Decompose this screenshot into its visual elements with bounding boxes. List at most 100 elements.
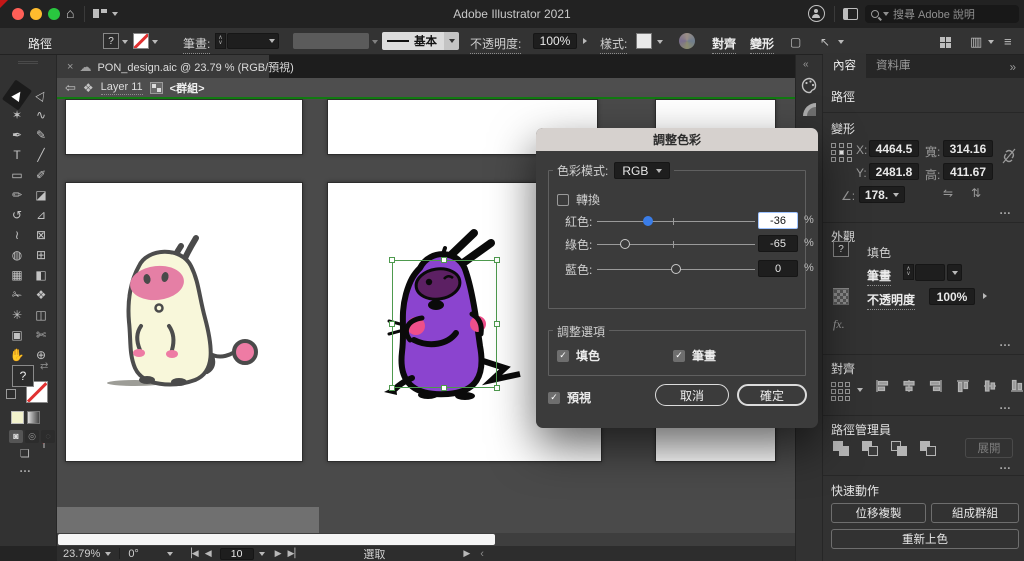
status-menu-icon[interactable]: ▶ xyxy=(463,548,470,559)
expand-dock-icon[interactable]: » xyxy=(1002,58,1024,78)
style-swatch[interactable] xyxy=(636,33,652,49)
selection-handle[interactable] xyxy=(389,385,395,391)
line-segment-tool[interactable]: ╱ xyxy=(29,145,53,165)
selection-handle[interactable] xyxy=(494,257,500,263)
chevron-down-icon[interactable] xyxy=(657,40,663,44)
dialog-title-bar[interactable]: 調整色彩 xyxy=(536,128,818,151)
stroke-weight-label[interactable]: 筆畫: xyxy=(183,35,211,54)
default-fill-stroke-icon[interactable] xyxy=(6,389,16,399)
select-similar-icon[interactable]: ↖ xyxy=(820,35,830,49)
chevron-down-icon[interactable] xyxy=(838,40,844,44)
horizontal-scrollbar[interactable] xyxy=(57,533,795,546)
color-mode-select[interactable]: RGB xyxy=(614,162,671,179)
align-top-icon[interactable] xyxy=(956,379,970,393)
slider-value-input[interactable]: -65 xyxy=(758,235,798,252)
breadcrumb-layer[interactable]: Layer 11 xyxy=(100,81,143,95)
symbol-sprayer-tool[interactable]: ✳ xyxy=(5,305,29,325)
fill-color-swatch[interactable]: ? xyxy=(103,33,119,49)
slice-tool[interactable]: ✄ xyxy=(29,325,53,345)
y-input[interactable]: 2481.8 xyxy=(869,163,919,180)
chevron-down-icon[interactable] xyxy=(258,551,265,556)
scroll-left-icon[interactable]: ‹ xyxy=(480,548,484,560)
cream-creature-illustration[interactable] xyxy=(95,222,265,397)
stroke-option-row[interactable]: ✓ 筆畫 xyxy=(673,347,716,364)
slider-value-input[interactable]: -36 xyxy=(758,212,798,229)
rotation-input[interactable]: 178. xyxy=(859,186,905,203)
convert-checkbox-row[interactable]: 轉換 xyxy=(557,191,600,208)
paintbrush-tool[interactable]: ✐ xyxy=(29,165,53,185)
recolor-button[interactable]: 重新上色 xyxy=(831,529,1019,549)
appearance-stroke-label[interactable]: 筆畫 xyxy=(867,267,892,286)
appearance-fill-swatch[interactable]: ? xyxy=(833,241,849,257)
collapse-dock-icon[interactable]: « xyxy=(803,59,809,70)
fill-checkbox[interactable]: ✓ xyxy=(557,349,569,362)
slider-handle[interactable] xyxy=(642,216,653,226)
shaper-tool[interactable]: ✏ xyxy=(5,185,29,205)
last-artboard-icon[interactable]: ▶▏ xyxy=(288,548,302,559)
chevron-down-icon[interactable] xyxy=(122,40,128,44)
transform-more-icon[interactable]: … xyxy=(999,203,1013,217)
opacity-label[interactable]: 不透明度: xyxy=(470,35,522,54)
next-artboard-icon[interactable]: ▶ xyxy=(275,548,282,559)
selection-bounding-box[interactable] xyxy=(392,260,497,388)
pathfinder-exclude-icon[interactable] xyxy=(920,441,940,457)
mesh-tool[interactable]: ▦ xyxy=(5,265,29,285)
appearance-opacity-label[interactable]: 不透明度 xyxy=(867,291,916,310)
prev-artboard-icon[interactable]: ◀ xyxy=(205,548,212,559)
brush-definition-chevron[interactable] xyxy=(444,32,459,50)
screen-mode-icon[interactable]: ❏ xyxy=(20,447,30,460)
chevron-down-icon[interactable] xyxy=(152,40,158,44)
tab-content[interactable]: 內容 xyxy=(823,53,866,78)
style-label[interactable]: 樣式: xyxy=(600,35,628,54)
document-tab[interactable]: × ☁ PON_design.aic @ 23.79 % (RGB/預視) xyxy=(57,55,294,78)
account-icon[interactable] xyxy=(808,5,825,22)
opacity-input[interactable]: 100% xyxy=(533,33,577,49)
reference-point-grid[interactable] xyxy=(831,143,853,162)
align-more-icon[interactable]: … xyxy=(999,398,1013,412)
recolor-artwork-icon[interactable] xyxy=(679,33,695,49)
draw-inside-icon[interactable]: ◌ xyxy=(41,430,55,443)
width-input[interactable]: 314.16 xyxy=(943,140,993,157)
slider-handle[interactable] xyxy=(671,264,681,274)
toolbar-more-icon[interactable]: … xyxy=(19,461,33,475)
arrange-icon[interactable] xyxy=(940,37,951,48)
preview-checkbox[interactable]: ✓ xyxy=(548,391,560,404)
workspace-icon[interactable]: ▥ xyxy=(970,34,982,50)
ok-button[interactable]: 確定 xyxy=(737,384,807,406)
graph-tool[interactable]: ◫ xyxy=(29,305,53,325)
pathfinder-unite-icon[interactable] xyxy=(833,441,853,457)
flip-vertical-icon[interactable]: ⇅ xyxy=(971,186,981,200)
preview-row[interactable]: ✓ 預視 xyxy=(548,389,591,406)
chevron-down-icon[interactable] xyxy=(857,388,863,392)
stroke-weight-chevron[interactable] xyxy=(947,264,962,281)
perspective-grid-tool[interactable]: ⊞ xyxy=(29,245,53,265)
appearance-more-icon[interactable]: … xyxy=(999,335,1013,349)
pen-tool[interactable]: ✒ xyxy=(5,125,29,145)
align-right-icon[interactable] xyxy=(929,379,943,393)
brush-definition-select[interactable]: 基本 xyxy=(382,32,444,50)
panel-grip[interactable] xyxy=(18,61,38,64)
isolate-selection-icon[interactable]: ▢ xyxy=(790,35,801,49)
back-arrow-icon[interactable]: ⇦ xyxy=(65,80,76,96)
eyedropper-tool[interactable]: ✁ xyxy=(5,285,29,305)
free-transform-tool[interactable]: ⊠ xyxy=(29,225,53,245)
blend-tool[interactable]: ❖ xyxy=(29,285,53,305)
selection-handle[interactable] xyxy=(494,321,500,327)
selection-handle[interactable] xyxy=(494,385,500,391)
selection-handle[interactable] xyxy=(389,321,395,327)
artboard-number-input[interactable]: 10 xyxy=(219,547,254,560)
zoom-level[interactable]: 23.79% xyxy=(63,548,100,560)
stroke-weight-input[interactable] xyxy=(915,264,945,281)
hand-tool[interactable]: ✋ xyxy=(5,345,29,365)
transform-button[interactable]: 變形 xyxy=(750,35,775,54)
appearance-opacity-input[interactable]: 100% xyxy=(929,288,975,305)
cancel-button[interactable]: 取消 xyxy=(655,384,729,406)
fill-indicator[interactable]: ? xyxy=(12,365,34,387)
selection-handle[interactable] xyxy=(441,257,447,263)
panel-layout-icon[interactable] xyxy=(843,8,858,20)
slider-handle[interactable] xyxy=(619,239,630,249)
link-dimensions-icon[interactable] xyxy=(1001,147,1017,165)
rotate-tool[interactable]: ↺ xyxy=(5,205,29,225)
stroke-weight-stepper[interactable]: ∧ ∨ xyxy=(215,33,226,49)
chevron-right-icon[interactable] xyxy=(583,38,587,44)
